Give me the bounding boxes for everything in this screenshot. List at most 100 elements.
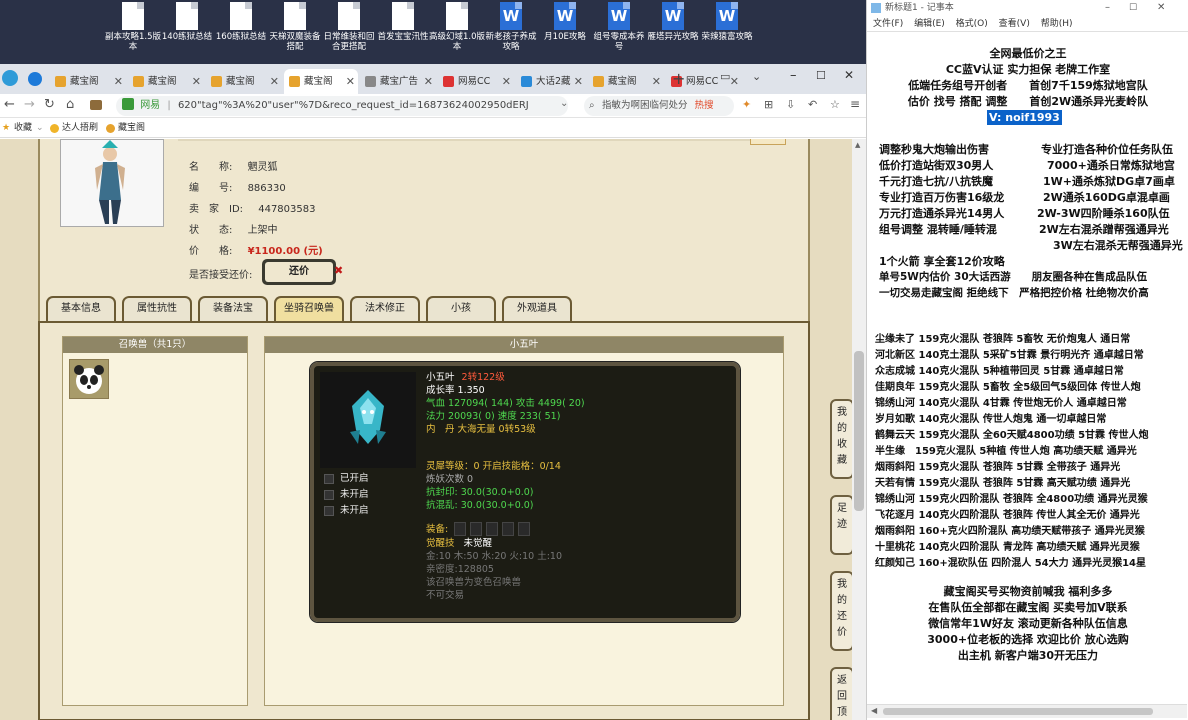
- equip-slot[interactable]: [486, 522, 498, 536]
- refresh-icon[interactable]: ↻: [44, 97, 55, 112]
- scroll-left-icon[interactable]: ◀: [871, 706, 877, 715]
- summon-list-panel: 召唤兽（共1只）: [62, 336, 248, 706]
- browser-tab-bar: 藏宝阁 ✕ 藏宝阁 ✕ 藏宝阁 ✕ 藏宝阁 ✕ 藏宝广告 ✕ 网易CC ✕ 大话2藏 ✕ 藏宝…: [0, 64, 866, 94]
- my-favorites-button[interactable]: 我的收藏: [830, 399, 852, 479]
- dropdown-icon[interactable]: ⌄: [560, 98, 568, 109]
- scroll-up-icon[interactable]: ▲: [855, 141, 860, 149]
- close-icon[interactable]: ✕: [652, 69, 661, 94]
- close-icon[interactable]: ✕: [270, 69, 279, 94]
- close-icon[interactable]: ✕: [730, 69, 739, 94]
- tab-list-icon[interactable]: ▭: [720, 70, 730, 83]
- bookmark-favorites[interactable]: 收藏: [14, 118, 32, 138]
- equip-slot[interactable]: [470, 522, 482, 536]
- browser-tab[interactable]: 大话2藏 ✕: [516, 69, 586, 94]
- pet-note-color: 该召唤兽为变色召唤兽: [426, 577, 522, 588]
- tab-equipment[interactable]: 装备法宝: [198, 296, 268, 322]
- status-value: 上架中: [247, 225, 278, 236]
- item-id-label: 编 号:: [189, 183, 233, 194]
- tab-appearance[interactable]: 外观道具: [502, 296, 572, 322]
- close-icon[interactable]: ✕: [346, 69, 355, 94]
- close-icon[interactable]: ✕: [502, 69, 511, 94]
- desktop-file-icon[interactable]: W 月10E攻略: [536, 2, 594, 42]
- back-icon[interactable]: ←: [4, 97, 15, 112]
- home-icon[interactable]: ⌂: [66, 97, 74, 112]
- document-icon: [122, 2, 144, 30]
- tab-children[interactable]: 小孩: [426, 296, 496, 322]
- site-favicon-icon: [521, 76, 532, 87]
- desktop-file-icon[interactable]: W 雁塔异光攻略: [644, 2, 702, 42]
- download-icon[interactable]: ⇩: [786, 98, 795, 111]
- close-icon[interactable]: ✕: [114, 69, 123, 94]
- desktop-file-icon[interactable]: 日常维装和回合更搭配: [320, 2, 378, 52]
- forward-icon[interactable]: →: [24, 97, 35, 112]
- listing-line: 岁月如歌 140克火混队 传世人炮鬼 通一切卓越日常: [875, 414, 1107, 425]
- equip-slot[interactable]: [502, 522, 514, 536]
- desktop-file-icon[interactable]: 首发宝宝汛性: [374, 2, 432, 42]
- grid-icon[interactable]: ⊞: [764, 98, 773, 111]
- desktop-file-icon[interactable]: 副本攻略1.5版本: [104, 2, 162, 52]
- menu-icon[interactable]: ≡: [850, 97, 860, 111]
- notepad-line: 2W左右混杀蹭帮强通异光: [1039, 223, 1169, 236]
- close-icon[interactable]: ✖: [334, 264, 343, 277]
- scroll-thumb[interactable]: [883, 708, 1153, 715]
- desktop-file-icon[interactable]: 高级幻域1.0版本: [428, 2, 486, 52]
- extension-icon[interactable]: ✦: [742, 98, 751, 111]
- browser-tab[interactable]: 藏宝阁 ✕: [128, 69, 204, 94]
- close-icon[interactable]: ✕: [192, 69, 201, 94]
- wallet-icon[interactable]: [90, 100, 102, 110]
- desktop-file-icon[interactable]: 天梯双魔装备搭配: [266, 2, 324, 52]
- equip-slot[interactable]: [454, 522, 466, 536]
- minimize-icon[interactable]: –: [790, 68, 797, 83]
- desktop-file-icon[interactable]: W 荣辣猿富攻略: [698, 2, 756, 42]
- summon-thumbnail[interactable]: [69, 359, 109, 399]
- notepad-hscrollbar[interactable]: ◀: [867, 704, 1187, 718]
- menu-help[interactable]: 帮助(H): [1041, 19, 1073, 29]
- collect-badge[interactable]: [750, 139, 786, 145]
- menu-view[interactable]: 查看(V): [999, 19, 1030, 29]
- browser-tab[interactable]: 藏宝阁 ✕: [50, 69, 126, 94]
- close-icon[interactable]: ✕: [1157, 0, 1165, 16]
- close-icon[interactable]: ✕: [574, 69, 583, 94]
- url-input[interactable]: 网易 | 620"tag"%3A%20"user"%7D&reco_reques…: [116, 96, 568, 116]
- desktop-file-icon[interactable]: 160练狱总结: [212, 2, 270, 42]
- star-icon[interactable]: ☆: [830, 98, 840, 111]
- maximize-icon[interactable]: ☐: [1129, 0, 1137, 16]
- menu-file[interactable]: 文件(F): [873, 19, 903, 29]
- tab-spell-mods[interactable]: 法术修正: [350, 296, 420, 322]
- menu-edit[interactable]: 编辑(E): [914, 19, 945, 29]
- counter-offer-label: 是否接受还价:: [189, 270, 253, 281]
- desktop-file-icon[interactable]: W 新老孩子养成攻略: [482, 2, 540, 52]
- listing-line: 半生缘 159克火混队 5种植 传世人炮 高功绩天赋 通异光: [875, 446, 1137, 457]
- undo-icon[interactable]: ↶: [808, 98, 817, 111]
- tab-basic-info[interactable]: 基本信息: [46, 296, 116, 322]
- desktop-file-icon[interactable]: W 组号零成本养号: [590, 2, 648, 52]
- browser-tab[interactable]: 藏宝阁 ✕: [588, 69, 664, 94]
- browser-tab[interactable]: 藏宝广告 ✕: [360, 69, 436, 94]
- counter-offer-button[interactable]: 还价: [265, 262, 333, 282]
- new-tab-button[interactable]: +: [672, 69, 685, 88]
- menu-format[interactable]: 格式(O): [956, 19, 988, 29]
- footprint-button[interactable]: 足迹: [830, 495, 852, 555]
- equip-slot[interactable]: [518, 522, 530, 536]
- back-to-top-button[interactable]: 返回顶部: [830, 667, 852, 720]
- bookmark-item[interactable]: 达人捂刷: [62, 118, 98, 138]
- desktop-file-icon[interactable]: 140练狱总结: [158, 2, 216, 42]
- tab-attributes[interactable]: 属性抗性: [122, 296, 192, 322]
- browser-tab-active[interactable]: 藏宝阁 ✕: [284, 69, 358, 94]
- tab-mounts-summons[interactable]: 坐骑召唤兽: [274, 296, 344, 322]
- browser-tab[interactable]: 藏宝阁 ✕: [206, 69, 282, 94]
- my-offers-button[interactable]: 我的还价: [830, 571, 852, 651]
- browser-tab[interactable]: 网易CC ✕: [438, 69, 514, 94]
- pinned-tab-icon[interactable]: [28, 72, 42, 86]
- minimize-icon[interactable]: –: [1105, 0, 1110, 16]
- chevron-down-icon[interactable]: ⌄: [752, 70, 761, 83]
- notepad-contact-selected[interactable]: V: noif1993: [987, 110, 1062, 125]
- close-window-icon[interactable]: ✕: [844, 68, 854, 82]
- notepad-line: 藏宝阁买号买物资前喊我 福利多多: [943, 585, 1113, 598]
- page-scrollbar[interactable]: ▲: [852, 139, 866, 720]
- search-input[interactable]: ⌕ 指敏为啊困临何处分 热搜: [584, 96, 734, 116]
- scroll-thumb[interactable]: [854, 351, 864, 511]
- bookmark-item[interactable]: 藏宝阁: [118, 118, 145, 138]
- maximize-icon[interactable]: ☐: [816, 69, 826, 82]
- close-icon[interactable]: ✕: [424, 69, 433, 94]
